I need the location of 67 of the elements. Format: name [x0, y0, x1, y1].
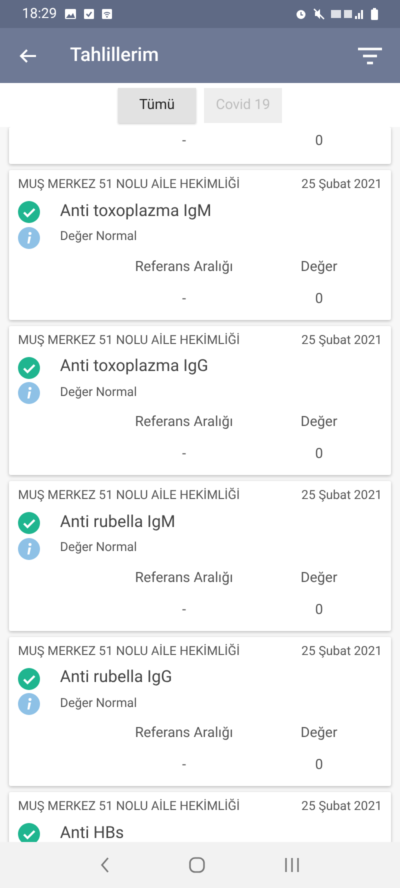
check-icon [18, 512, 40, 534]
test-name: Anti toxoplazma IgG [60, 356, 208, 378]
check-icon [18, 823, 40, 842]
clinic-name: MUŞ MERKEZ 51 NOLU AİLE HEKİMLİĞİ [18, 332, 240, 350]
result-date: 25 Şubat 2021 [301, 798, 382, 816]
result-card[interactable]: - 0 [9, 127, 391, 164]
column-label: Değer [300, 258, 338, 276]
page-title: Tahlillerim [70, 42, 159, 68]
reference-value: - [182, 445, 186, 464]
check-icon [18, 668, 40, 690]
info-icon [18, 538, 40, 560]
back-arrow-icon [19, 48, 37, 64]
clinic-name: MUŞ MERKEZ 51 NOLU AİLE HEKİMLİĞİ [18, 798, 240, 816]
test-name: Anti toxoplazma IgM [60, 200, 212, 223]
test-name: Anti rubella IgM [60, 512, 176, 534]
reference-value: - [182, 600, 186, 620]
column-label: Referans Aralığı [134, 724, 234, 743]
test-name: Anti rubella IgG [60, 667, 172, 690]
column-label: Referans Aralığı [134, 568, 234, 588]
result-date: 25 Şubat 2021 [301, 176, 382, 194]
info-icon [18, 693, 40, 715]
clock: 18:29 [22, 4, 57, 24]
column-label: Değer [300, 413, 338, 432]
result-date: 25 Şubat 2021 [301, 642, 382, 660]
reference-value: - [182, 290, 186, 308]
result-date: 25 Şubat 2021 [301, 487, 382, 505]
result-value: 0 [315, 290, 323, 308]
back-icon[interactable] [100, 857, 110, 873]
reference-value: - [182, 132, 186, 151]
result-card[interactable]: MUŞ MERKEZ 51 NOLU AİLE HEKİMLİĞİ 25 Şubat 2021 Anti toxoplazma IgG Değer Normal Referans Aralığı Değer - 0 [9, 326, 391, 475]
info-icon [18, 382, 40, 404]
result-card[interactable]: MUŞ MERKEZ 51 NOLU AİLE HEKİMLİĞİ 25 Şubat 2021 Anti rubella IgM Değer Normal Referans Aralığı Değer - 0 [9, 481, 391, 630]
column-label: Referans Aralığı [134, 258, 234, 276]
clinic-name: MUŞ MERKEZ 51 NOLU AİLE HEKİMLİĞİ [18, 642, 240, 660]
result-value: 0 [315, 445, 323, 464]
check-icon [18, 201, 40, 224]
reference-value: - [182, 756, 186, 775]
info-icon [18, 226, 40, 248]
filter-tab[interactable]: Tümü [118, 88, 196, 123]
alarm-icon [295, 8, 307, 20]
check-icon [18, 356, 40, 379]
home-icon[interactable] [188, 857, 205, 873]
filter-icon [358, 46, 382, 64]
checkbox-icon [84, 9, 94, 19]
result-value: 0 [315, 132, 323, 151]
network-icon [331, 8, 365, 20]
status-text: Değer Normal [60, 539, 137, 558]
result-date: 25 Şubat 2021 [301, 332, 382, 350]
wifi-icon [102, 9, 112, 19]
status-text: Değer Normal [60, 228, 137, 246]
column-label: Değer [300, 568, 338, 588]
clinic-name: MUŞ MERKEZ 51 NOLU AİLE HEKİMLİĞİ [18, 176, 240, 194]
result-card[interactable]: MUŞ MERKEZ 51 NOLU AİLE HEKİMLİĞİ 25 Şubat 2021 Anti rubella IgG Değer Normal Referans Aralığı Değer - 0 [9, 636, 391, 786]
column-label: Referans Aralığı [134, 413, 234, 432]
result-value: 0 [315, 600, 323, 620]
status-text: Değer Normal [60, 694, 137, 713]
result-card[interactable]: MUŞ MERKEZ 51 NOLU AİLE HEKİMLİĞİ 25 Şubat 2021 Anti toxoplazma IgM Değer Normal Referans Aralığı Değer - 0 [9, 170, 391, 320]
clinic-name: MUŞ MERKEZ 51 NOLU AİLE HEKİMLİĞİ [18, 487, 240, 505]
result-value: 0 [315, 756, 323, 775]
mute-icon [313, 8, 325, 20]
recent-apps-icon[interactable] [284, 858, 300, 872]
column-label: Değer [300, 724, 338, 743]
image-icon [64, 9, 76, 19]
result-card[interactable]: MUŞ MERKEZ 51 NOLU AİLE HEKİMLİĞİ 25 Şubat 2021 Anti HBs [9, 792, 391, 842]
status-text: Değer Normal [60, 384, 137, 402]
battery-icon [371, 8, 378, 20]
test-name: Anti HBs [60, 822, 124, 842]
